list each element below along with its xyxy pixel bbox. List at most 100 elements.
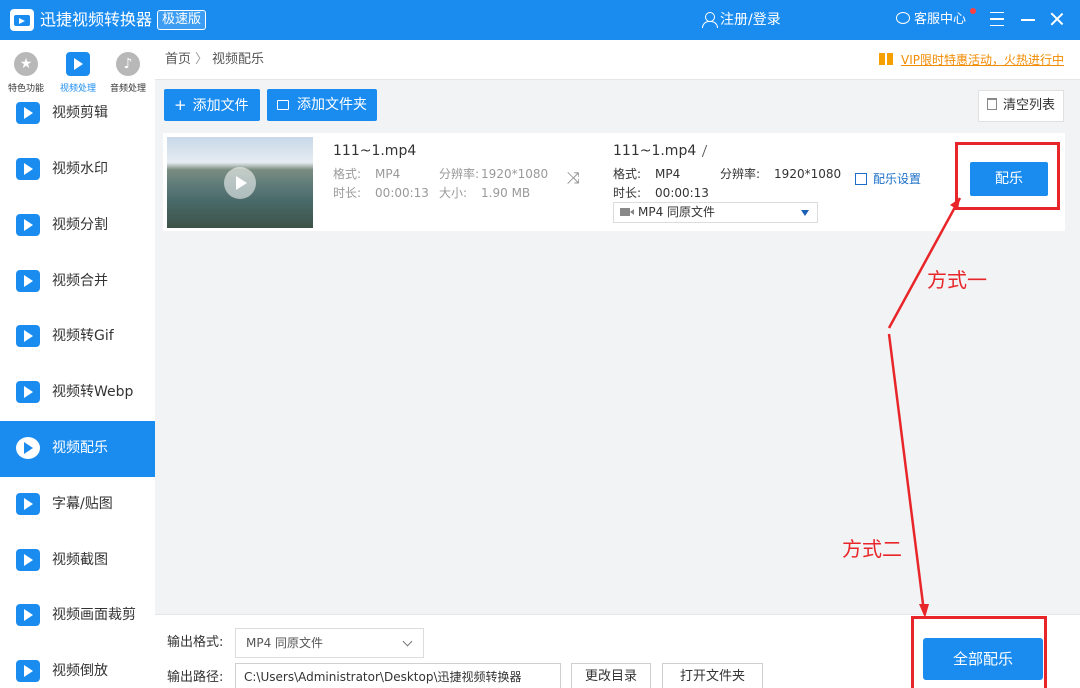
output-path-label: 输出路径:	[167, 670, 224, 685]
sidebar-item-label: 视频画面裁剪	[52, 607, 136, 623]
star-icon	[14, 52, 38, 76]
output-path-input[interactable]: C:\Users\Administrator\Desktop\迅捷视频转换器	[235, 663, 561, 688]
global-output-format-value: MP4 同原文件	[246, 636, 324, 650]
chat-icon	[896, 12, 910, 24]
merge-icon	[16, 270, 40, 292]
sidebar-item-label: 字幕/贴图	[52, 496, 113, 512]
login-label: 注册/登录	[720, 12, 781, 28]
gif-icon	[16, 325, 40, 347]
dropdown-arrow-icon	[801, 210, 809, 216]
screenshot-icon	[16, 549, 40, 571]
output-resolution: 分辨率: 1920*1080	[720, 167, 842, 181]
minimize-icon[interactable]	[1021, 19, 1035, 21]
add-file-label: 添加文件	[192, 98, 249, 114]
sidebar-item-label: 视频倒放	[52, 663, 108, 679]
clear-list-button[interactable]: 清空列表	[977, 90, 1064, 122]
add-music-button[interactable]: 配乐	[970, 162, 1048, 196]
sidebar-item-video-music[interactable]: 视频配乐	[0, 421, 155, 477]
sidebar-item-label: 视频剪辑	[52, 105, 108, 121]
sidebar-item-video-watermark[interactable]: 视频水印	[0, 142, 155, 198]
bottom-bar: 输出格式: MP4 同原文件 输出路径: C:\Users\Administra…	[155, 614, 1080, 688]
sidebar-item-video-to-gif[interactable]: 视频转Gif	[0, 309, 155, 365]
app-title: 迅捷视频转换器	[40, 10, 153, 29]
shuffle-icon: ⤨	[567, 168, 580, 187]
breadcrumb-bar: 首页〉视频配乐 VIP限时特惠活动，火热进行中	[155, 40, 1080, 80]
sidebar-item-label: 视频转Gif	[52, 328, 114, 344]
service-label: 客服中心	[914, 12, 967, 27]
trash-icon	[986, 98, 997, 110]
sidebar-item-video-to-webp[interactable]: 视频转Webp	[0, 365, 155, 421]
login-link[interactable]: 注册/登录	[702, 10, 781, 30]
film-icon	[66, 52, 90, 76]
clear-list-label: 清空列表	[1002, 98, 1055, 113]
reverse-icon	[16, 660, 40, 682]
crop-icon	[16, 604, 40, 626]
plus-icon: +	[174, 96, 187, 114]
sidebar-item-label: 视频水印	[52, 161, 108, 177]
user-icon	[702, 12, 718, 28]
sidebar-item-video-merge[interactable]: 视频合并	[0, 254, 155, 310]
sidebar-item-video-crop[interactable]: 视频画面裁剪	[0, 588, 155, 644]
sidebar-item-label: 视频合并	[52, 273, 108, 289]
sidebar-item-label: 视频配乐	[52, 440, 108, 456]
add-folder-button[interactable]: 添加文件夹	[267, 89, 377, 121]
title-bar: 迅捷视频转换器 极速版 注册/登录 客服中心	[0, 0, 1080, 40]
sidebar-item-video-reverse[interactable]: 视频倒放	[0, 644, 155, 688]
music-icon	[116, 52, 140, 76]
vip-label: VIP限时特惠活动，火热进行中	[901, 53, 1064, 67]
video-camera-icon	[620, 208, 634, 216]
gift-icon	[879, 53, 893, 65]
sidebar-item-label: 视频截图	[52, 552, 108, 568]
chevron-down-icon	[402, 636, 413, 647]
output-format-value: MP4 同原文件	[638, 205, 716, 219]
menu-icon[interactable]	[990, 12, 1004, 26]
music-settings-label: 配乐设置	[873, 172, 922, 186]
customer-service-link[interactable]: 客服中心	[896, 10, 966, 30]
folder-icon	[277, 100, 289, 110]
video-thumbnail[interactable]	[167, 137, 313, 228]
sidebar-item-subtitle-sticker[interactable]: 字幕/贴图	[0, 477, 155, 533]
change-directory-button[interactable]: 更改目录	[571, 663, 651, 688]
breadcrumb-current: 视频配乐	[212, 52, 265, 67]
sidebar-item-label: 视频分割	[52, 217, 108, 233]
play-icon[interactable]	[224, 167, 256, 199]
close-icon[interactable]	[1049, 11, 1065, 27]
webp-icon	[16, 381, 40, 403]
output-format: 格式: MP4	[613, 167, 681, 181]
open-folder-button[interactable]: 打开文件夹	[662, 663, 763, 688]
source-duration: 时长: 00:00:13	[333, 186, 429, 200]
main-panel: 首页〉视频配乐 VIP限时特惠活动，火热进行中 + 添加文件 添加文件夹 清空列表…	[155, 40, 1080, 688]
add-folder-label: 添加文件夹	[297, 97, 367, 113]
sidebar-item-video-screenshot[interactable]: 视频截图	[0, 533, 155, 589]
output-format-label: 输出格式:	[167, 635, 224, 650]
vip-promo-link[interactable]: VIP限时特惠活动，火热进行中	[879, 51, 1064, 69]
notification-dot	[970, 8, 976, 14]
sidebar-item-label: 视频转Webp	[52, 384, 134, 400]
sidebar: 特色功能 视频处理 音频处理 视频剪辑 视频水印 视频分割 视频合并	[0, 40, 155, 688]
global-output-format-select[interactable]: MP4 同原文件	[235, 628, 424, 658]
breadcrumb: 首页〉视频配乐	[165, 52, 264, 68]
app-logo-icon	[10, 9, 34, 31]
source-resolution: 分辨率: 1920*1080	[439, 167, 549, 181]
edit-icon	[855, 173, 867, 185]
split-icon	[16, 214, 40, 236]
pencil-icon[interactable]	[702, 145, 717, 157]
sidebar-item-video-split[interactable]: 视频分割	[0, 198, 155, 254]
source-size: 大小: 1.90 MB	[439, 186, 531, 200]
video-edit-icon	[16, 102, 40, 124]
add-music-all-button[interactable]: 全部配乐	[923, 638, 1043, 680]
output-format-select[interactable]: MP4 同原文件	[613, 202, 818, 223]
music-settings-link[interactable]: 配乐设置	[855, 171, 921, 187]
breadcrumb-separator: 〉	[195, 52, 209, 67]
output-duration: 时长: 00:00:13	[613, 186, 709, 200]
output-file-name: 111~1.mp4	[613, 142, 717, 160]
add-file-button[interactable]: + 添加文件	[164, 89, 260, 121]
music-play-icon	[16, 437, 40, 459]
source-file-name: 111~1.mp4	[333, 143, 417, 159]
sidebar-item-video-edit[interactable]: 视频剪辑	[0, 88, 155, 128]
edition-badge: 极速版	[157, 10, 207, 30]
breadcrumb-home[interactable]: 首页	[165, 52, 191, 67]
source-format: 格式: MP4	[333, 167, 401, 181]
star-sticker-icon	[16, 493, 40, 515]
file-row: 111~1.mp4 格式: MP4 分辨率: 1920*1080 时长: 00:00:…	[163, 133, 1065, 231]
